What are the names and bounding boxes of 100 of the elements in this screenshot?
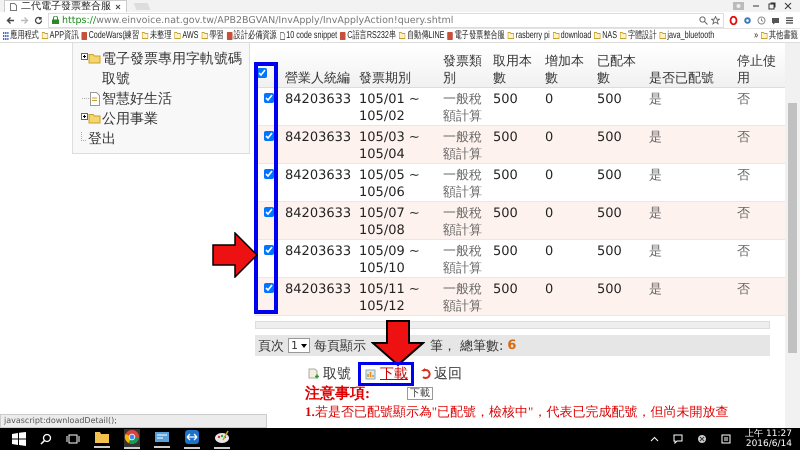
bookmark[interactable]: AWS <box>174 30 198 42</box>
clock-time[interactable]: 上午 11:27 <box>745 429 792 439</box>
row-checkbox[interactable] <box>264 283 274 293</box>
clock-icon[interactable] <box>757 16 766 24</box>
table-cell-text: 一般稅額計算 <box>443 205 483 239</box>
lock-icon <box>52 16 59 24</box>
blocked-icon[interactable] <box>697 434 708 444</box>
bookmark[interactable]: 電子發票整合服 <box>447 30 505 42</box>
folder-icon <box>508 32 514 39</box>
star-icon[interactable] <box>711 16 720 24</box>
address-bar[interactable]: https://www.einvoice.nat.gov.tw/APB2BGVAN/InvApply/InvApplyAction!query.shtml <box>48 12 724 28</box>
page-icon <box>280 32 285 40</box>
bookmark[interactable]: 設計必備資源 <box>226 30 277 42</box>
zoom-icon[interactable] <box>699 16 708 24</box>
bookmark[interactable]: 其他書籤 <box>761 30 798 42</box>
pointer-arrow <box>212 232 258 278</box>
add-document-icon <box>308 368 320 380</box>
bookmark[interactable]: APP資訊 <box>42 30 78 42</box>
column-header: 取用本數 <box>493 54 532 86</box>
bookmark[interactable]: C語言RS232串 <box>340 30 396 42</box>
table-cell-text: 84203633 <box>285 205 352 222</box>
bookmark[interactable]: 學習 <box>201 30 224 42</box>
folder-icon <box>398 32 406 39</box>
bookmark[interactable]: download <box>552 30 592 42</box>
row-checkbox[interactable] <box>264 245 274 255</box>
paint-palette-icon[interactable] <box>214 429 230 449</box>
back-icon[interactable] <box>6 16 15 24</box>
table-cell-text: 500 <box>493 205 519 222</box>
tooltip: 下載 <box>407 387 433 400</box>
expand-folder-icon[interactable] <box>81 52 101 64</box>
folder-icon <box>594 32 601 39</box>
notification-icon[interactable] <box>721 434 732 444</box>
mail-window-icon[interactable] <box>154 430 170 448</box>
site-icon <box>81 32 88 40</box>
menu-icon[interactable] <box>785 16 794 24</box>
table-cell-text: 500 <box>597 243 623 260</box>
close-icon[interactable] <box>115 4 121 10</box>
pointer-arrow <box>371 320 425 366</box>
table-cell-text: 500 <box>597 281 623 298</box>
table-cell-text: 500 <box>597 129 623 146</box>
page-select[interactable]: 1 <box>288 338 310 353</box>
bookmark[interactable]: 自動傳LINE <box>398 30 444 42</box>
row-checkbox[interactable] <box>264 93 274 103</box>
table-cell-text: 0 <box>545 91 554 108</box>
bookmark[interactable]: 字體設計 <box>620 30 657 42</box>
row-checkbox[interactable] <box>264 207 274 217</box>
row-checkbox[interactable] <box>264 169 274 179</box>
browser-icon[interactable] <box>124 429 140 449</box>
search-icon[interactable] <box>40 433 52 445</box>
folder-icon[interactable] <box>94 430 110 448</box>
row-checkbox[interactable] <box>264 131 274 141</box>
bookmark[interactable]: 未整理 <box>142 30 172 42</box>
action-link[interactable]: 取號 <box>323 366 351 382</box>
folder-icon <box>142 32 148 39</box>
remote-arrows-icon[interactable] <box>184 429 200 449</box>
browser-tab[interactable]: 二代電子發票整合服 <box>4 0 127 12</box>
reload-icon[interactable] <box>34 16 43 24</box>
status-url: javascript:downloadDetail(); <box>0 414 267 428</box>
per-page-label: 每頁顯示 <box>314 338 366 354</box>
action-link[interactable]: 返回 <box>434 366 462 382</box>
table-cell-text: 500 <box>493 91 519 108</box>
bookmark[interactable]: NAS <box>594 30 617 42</box>
message-icon[interactable] <box>673 434 684 444</box>
table-cell-text: 是 <box>649 281 663 298</box>
column-header: 發票類別 <box>443 54 482 86</box>
expand-folder-icon[interactable] <box>81 112 101 124</box>
table-cell-text: 84203633 <box>285 91 352 108</box>
bookmark[interactable]: 應用程式 <box>2 30 39 42</box>
apps-grid-icon <box>2 32 9 40</box>
table-cell-text: 否 <box>737 205 751 222</box>
bookmark[interactable]: 10 code snippet <box>280 30 338 42</box>
chevron-up-icon[interactable] <box>650 436 660 442</box>
close-icon[interactable] <box>784 2 792 10</box>
action-link[interactable]: 下載 <box>380 366 408 382</box>
clock-date[interactable]: 2016/6/14 <box>746 439 792 449</box>
restore-icon[interactable] <box>768 2 776 10</box>
sidebar-item[interactable]: 公用事業 <box>102 109 245 129</box>
table-cell-text: 500 <box>493 129 519 146</box>
table-cell-text: 84203633 <box>285 167 352 184</box>
table-cell-text: 0 <box>545 129 554 146</box>
windows-start-icon[interactable] <box>12 432 26 446</box>
table-cell-text: 0 <box>545 205 554 222</box>
table-cell-text: 105/11 ~ 105/12 <box>359 281 421 315</box>
table-cell-text: 84203633 <box>285 129 352 146</box>
folder-icon <box>174 32 181 39</box>
notes-title: 注意事項: <box>305 386 370 403</box>
more-bookmarks-button[interactable]: » <box>754 30 758 42</box>
bookmark[interactable]: java_bluetooth <box>659 30 714 42</box>
select-all-checkbox[interactable] <box>257 68 267 78</box>
folder-icon <box>620 32 626 39</box>
folder-icon <box>42 32 48 39</box>
task-view-icon[interactable] <box>66 433 80 445</box>
sidebar-item[interactable]: 電子發票專用字軌號碼取號 <box>102 49 245 89</box>
bookmark[interactable]: CodeWars(練習 <box>81 30 140 42</box>
bookmark[interactable]: rasberry pi <box>508 30 550 42</box>
sidebar-item[interactable]: 智慧好生活 <box>102 89 245 109</box>
sidebar-item[interactable]: 登出 <box>88 129 234 149</box>
table-cell-text: 105/01 ~ 105/02 <box>359 91 421 125</box>
column-header: 已配本數 <box>597 54 636 86</box>
table-cell-text: 0 <box>545 243 554 260</box>
